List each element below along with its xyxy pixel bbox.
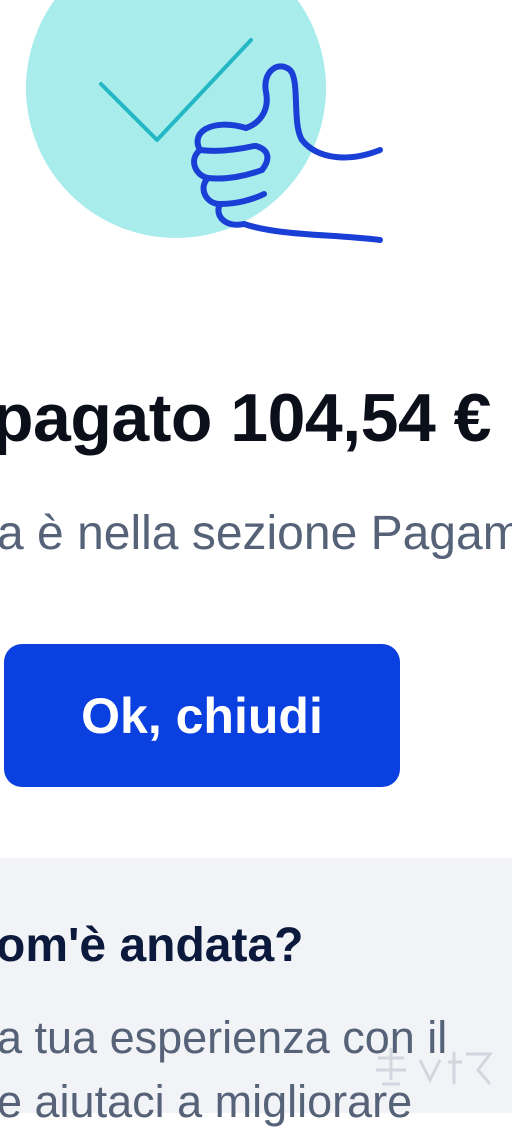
- ok-close-button[interactable]: Ok, chiudi: [4, 644, 400, 787]
- success-illustration: [0, 0, 512, 290]
- feedback-title: om'è andata?: [0, 919, 304, 972]
- watermark-logo: [370, 1040, 500, 1105]
- payment-confirmation-title: pagato 104,54 €: [0, 380, 491, 456]
- payment-confirmation-subtitle: a è nella sezione Pagam: [0, 507, 512, 560]
